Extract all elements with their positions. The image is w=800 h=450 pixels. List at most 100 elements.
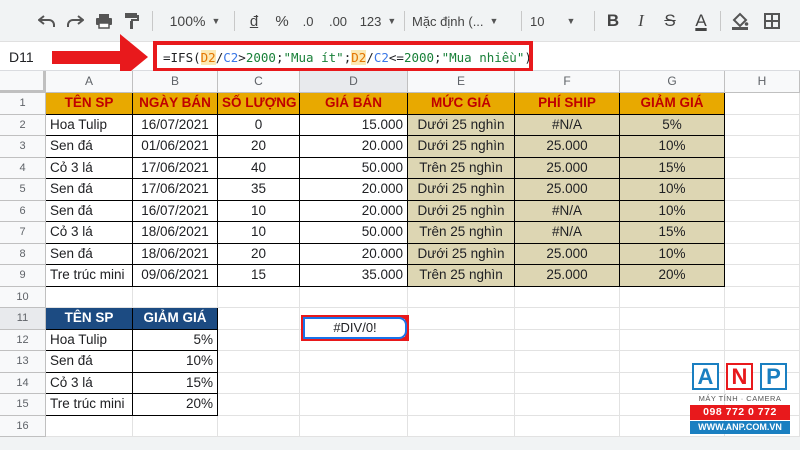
table-cell[interactable]: 15% [620, 157, 725, 179]
cell[interactable] [408, 351, 515, 373]
table-cell[interactable]: 17/06/2021 [133, 157, 218, 179]
formula-input[interactable]: =IFS(D2/C2>2000;"Mua ít";D2/C2<=2000;"Mu… [153, 41, 533, 72]
row-header-11[interactable]: 11 [0, 308, 46, 330]
table-cell[interactable]: 01/06/2021 [133, 136, 218, 158]
row-header-2[interactable]: 2 [0, 114, 46, 136]
table-cell[interactable]: 16/07/2021 [133, 114, 218, 136]
cell[interactable] [133, 415, 218, 437]
cell[interactable] [725, 222, 800, 244]
table-cell[interactable]: Sen đá [46, 200, 133, 222]
cell[interactable] [515, 394, 620, 416]
decrease-decimal-button[interactable]: .0 [296, 8, 320, 34]
table-cell[interactable]: 18/06/2021 [133, 222, 218, 244]
table-cell[interactable]: 25.000 [515, 265, 620, 287]
table-cell[interactable]: 15.000 [300, 114, 408, 136]
column-header-g[interactable]: G [620, 71, 725, 93]
table-cell[interactable]: 20.000 [300, 243, 408, 265]
row-header-13[interactable]: 13 [0, 351, 46, 373]
row-header-8[interactable]: 8 [0, 243, 46, 265]
table-cell[interactable]: Dưới 25 nghìn [408, 200, 515, 222]
cell[interactable] [620, 308, 725, 330]
cell[interactable] [725, 286, 800, 308]
cell[interactable] [408, 372, 515, 394]
row-header-15[interactable]: 15 [0, 394, 46, 416]
table-cell[interactable]: 25.000 [515, 157, 620, 179]
table-cell[interactable]: 50.000 [300, 222, 408, 244]
table-cell[interactable]: 15 [218, 265, 300, 287]
table-cell[interactable]: 20.000 [300, 179, 408, 201]
table-cell[interactable]: Dưới 25 nghìn [408, 136, 515, 158]
table-cell[interactable]: #N/A [515, 200, 620, 222]
table-cell[interactable]: 10 [218, 200, 300, 222]
table-cell[interactable]: Sen đá [46, 179, 133, 201]
column-header-e[interactable]: E [408, 71, 515, 93]
table-cell[interactable]: Sen đá [46, 136, 133, 158]
cell[interactable] [515, 286, 620, 308]
cell[interactable] [408, 394, 515, 416]
row-header-16[interactable]: 16 [0, 415, 46, 437]
table-cell[interactable]: 10% [620, 179, 725, 201]
table-cell[interactable]: 20% [620, 265, 725, 287]
table-cell[interactable]: Trên 25 nghìn [408, 222, 515, 244]
cell[interactable] [725, 329, 800, 351]
zoom-dropdown[interactable]: 100% ▼ [164, 8, 226, 34]
italic-button[interactable]: I [631, 8, 651, 34]
cell[interactable] [218, 415, 300, 437]
table-cell[interactable]: Dưới 25 nghìn [408, 243, 515, 265]
row-header-4[interactable]: 4 [0, 157, 46, 179]
table-cell[interactable]: Sen đá [46, 243, 133, 265]
table-cell[interactable]: Dưới 25 nghìn [408, 114, 515, 136]
cell[interactable] [515, 329, 620, 351]
table2-cell[interactable]: Cỏ 3 lá [46, 372, 133, 394]
cell[interactable] [725, 243, 800, 265]
column-header-d[interactable]: D [300, 71, 408, 93]
more-formats-dropdown[interactable]: 123 ▼ [356, 8, 400, 34]
table-cell[interactable]: 10% [620, 243, 725, 265]
redo-icon[interactable] [64, 8, 86, 34]
cell[interactable] [218, 394, 300, 416]
font-size-dropdown[interactable]: 10 ▼ [530, 8, 586, 34]
table-cell[interactable]: Cỏ 3 lá [46, 222, 133, 244]
table-cell[interactable]: 20 [218, 243, 300, 265]
cell[interactable] [218, 351, 300, 373]
table2-cell[interactable]: 5% [133, 329, 218, 351]
table-cell[interactable]: 25.000 [515, 136, 620, 158]
paint-format-icon[interactable] [120, 8, 144, 34]
table-cell[interactable]: Trên 25 nghìn [408, 157, 515, 179]
table-cell[interactable]: Tre trúc mini [46, 265, 133, 287]
cell[interactable] [300, 394, 408, 416]
column-header-h[interactable]: H [725, 71, 800, 93]
column-header-b[interactable]: B [133, 71, 218, 93]
cell[interactable] [515, 308, 620, 330]
table-cell[interactable]: 50.000 [300, 157, 408, 179]
row-header-7[interactable]: 7 [0, 222, 46, 244]
cell[interactable] [218, 286, 300, 308]
cell[interactable] [300, 415, 408, 437]
cell[interactable] [218, 308, 300, 330]
bold-button[interactable]: B [603, 8, 623, 34]
table2-cell[interactable]: Tre trúc mini [46, 394, 133, 416]
table-cell[interactable]: 15% [620, 222, 725, 244]
select-all-corner[interactable] [0, 71, 46, 93]
cell[interactable] [515, 415, 620, 437]
undo-icon[interactable] [36, 8, 58, 34]
table-cell[interactable]: 35 [218, 179, 300, 201]
table-cell[interactable]: 5% [620, 114, 725, 136]
cell[interactable] [300, 372, 408, 394]
table-cell[interactable]: 25.000 [515, 243, 620, 265]
table-cell[interactable]: #N/A [515, 114, 620, 136]
column-header-c[interactable]: C [218, 71, 300, 93]
row-header-6[interactable]: 6 [0, 200, 46, 222]
cell[interactable] [725, 157, 800, 179]
row-header-5[interactable]: 5 [0, 179, 46, 201]
table2-cell[interactable]: 10% [133, 351, 218, 373]
table2-cell[interactable]: 20% [133, 394, 218, 416]
text-color-button[interactable]: A [690, 8, 712, 34]
table-cell[interactable]: 10% [620, 200, 725, 222]
cell-d11[interactable]: #DIV/0! [301, 315, 409, 341]
cell[interactable] [408, 308, 515, 330]
cell[interactable] [515, 372, 620, 394]
row-header-12[interactable]: 12 [0, 329, 46, 351]
table-cell[interactable]: 20.000 [300, 200, 408, 222]
cell[interactable] [725, 114, 800, 136]
